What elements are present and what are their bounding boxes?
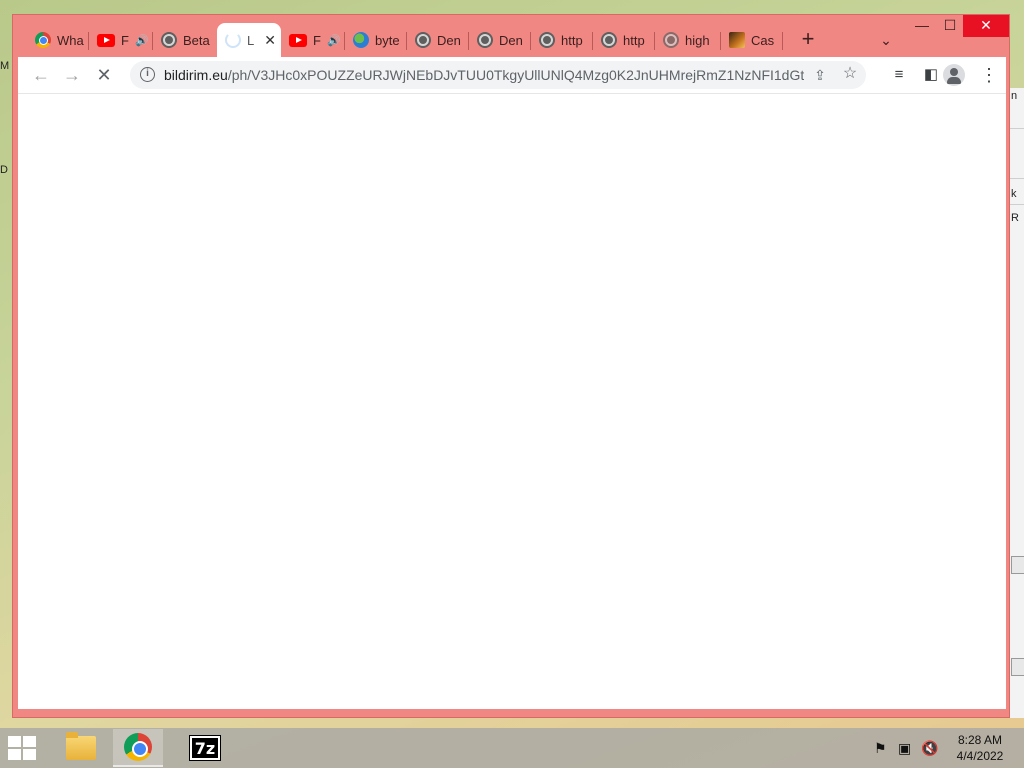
share-icon[interactable]: ⇪: [810, 65, 830, 85]
tab-youtube-2[interactable]: F 🔊: [281, 25, 345, 55]
close-tab-icon[interactable]: ✕: [264, 32, 276, 49]
media-control-icon[interactable]: ≡: [886, 62, 912, 88]
url-text[interactable]: bildirim.eu/ph/V3JHc0xPOUZZeURJWjNEbDJvT…: [164, 67, 804, 83]
tab-active-loading[interactable]: L ✕: [217, 23, 281, 57]
background-window-text: n: [1011, 90, 1018, 102]
url-path: /ph/V3JHc0xPOUZZeURJWjNEbDJvTUU0TkgyUllU…: [227, 67, 804, 83]
tab-title: Den: [499, 32, 523, 48]
maximize-button[interactable]: ☐: [935, 15, 965, 37]
background-window-text: R: [1011, 212, 1019, 224]
system-clock[interactable]: 8:28 AM 4/4/2022: [942, 732, 1018, 764]
loading-icon: [225, 32, 241, 48]
tab-title: http: [623, 32, 645, 48]
minimize-button[interactable]: —: [907, 15, 937, 37]
globe-icon: [601, 32, 617, 48]
browser-toolbar: ← → ✕ i bildirim.eu/ph/V3JHc0xPOUZZeURJW…: [18, 57, 1006, 93]
tab-title: Beta: [183, 32, 210, 48]
background-window-control: [1011, 556, 1024, 574]
stop-loading-button[interactable]: ✕: [91, 62, 117, 88]
speaker-icon[interactable]: 🔊: [135, 34, 149, 47]
clock-time: 8:28 AM: [957, 733, 1003, 747]
globe-icon: [539, 32, 555, 48]
address-bar[interactable]: i bildirim.eu/ph/V3JHc0xPOUZZeURJWjNEbDJ…: [130, 61, 866, 89]
earth-icon: [353, 32, 369, 48]
youtube-icon: [97, 33, 115, 47]
globe-icon: [663, 32, 679, 48]
start-button[interactable]: [8, 736, 38, 760]
tab-byte[interactable]: byte: [345, 25, 407, 55]
url-domain: bildirim.eu: [164, 67, 228, 83]
tab-title: high: [685, 32, 710, 48]
background-window: n k R: [1008, 88, 1024, 718]
tab-title: F: [313, 32, 321, 48]
speaker-icon[interactable]: 🔊: [327, 34, 341, 47]
bookmark-star-icon[interactable]: ☆: [840, 64, 860, 84]
tab-title: Cas: [751, 32, 775, 48]
7zip-icon: 7z: [189, 735, 221, 761]
tab-youtube-1[interactable]: F 🔊: [89, 25, 153, 55]
side-panel-icon[interactable]: ◧: [918, 62, 944, 88]
globe-icon: [415, 32, 431, 48]
desktop-icon-label: M: [0, 60, 10, 72]
globe-icon: [161, 32, 177, 48]
tab-den-2[interactable]: Den: [469, 25, 531, 55]
new-tab-button[interactable]: +: [797, 28, 819, 51]
taskbar-7zip[interactable]: 7z: [180, 729, 230, 767]
network-icon[interactable]: ▣: [898, 740, 911, 757]
youtube-icon: [289, 33, 307, 47]
close-window-button[interactable]: ✕: [963, 15, 1009, 37]
chrome-icon: [124, 733, 152, 761]
page-content: [18, 93, 1006, 709]
tab-search-button[interactable]: ⌄: [875, 29, 897, 51]
background-window-control: [1011, 658, 1024, 676]
tab-title: http: [561, 32, 583, 48]
casino-icon: [729, 32, 745, 48]
tab-den-1[interactable]: Den: [407, 25, 469, 55]
tab-title: byte: [375, 32, 400, 48]
tab-beta[interactable]: Beta: [153, 25, 215, 55]
site-info-icon[interactable]: i: [140, 67, 155, 82]
forward-button[interactable]: →: [59, 62, 85, 88]
taskbar: 7z ⚑ ▣ 🔇 8:28 AM 4/4/2022: [0, 728, 1024, 768]
tab-strip: Wha F 🔊 Beta L ✕ F 🔊 byte Den Den http h…: [13, 15, 1009, 59]
tab-title: Den: [437, 32, 461, 48]
menu-icon[interactable]: ⋮: [976, 62, 1002, 88]
profile-avatar[interactable]: [943, 64, 965, 86]
tab-title: L: [247, 32, 255, 48]
desktop-icon-label: D: [0, 164, 8, 176]
tab-casino[interactable]: Cas: [721, 25, 783, 55]
tab-http-1[interactable]: http: [531, 25, 593, 55]
clock-date: 4/4/2022: [956, 749, 1004, 763]
tab-whatsapp[interactable]: Wha: [27, 25, 89, 55]
tab-title: F: [121, 32, 129, 48]
taskbar-chrome[interactable]: [113, 729, 163, 767]
background-window-text: k: [1011, 188, 1017, 200]
globe-icon: [477, 32, 493, 48]
tab-http-2[interactable]: http: [593, 25, 655, 55]
back-button[interactable]: ←: [28, 62, 54, 88]
taskbar-file-explorer[interactable]: [56, 729, 106, 767]
tab-title: Wha: [57, 32, 84, 48]
tab-high[interactable]: high: [655, 25, 721, 55]
chrome-icon: [35, 32, 51, 48]
browser-window: Wha F 🔊 Beta L ✕ F 🔊 byte Den Den http h…: [12, 14, 1010, 718]
action-center-flag-icon[interactable]: ⚑: [874, 740, 887, 757]
folder-icon: [66, 732, 96, 760]
volume-muted-icon[interactable]: 🔇: [921, 740, 938, 757]
